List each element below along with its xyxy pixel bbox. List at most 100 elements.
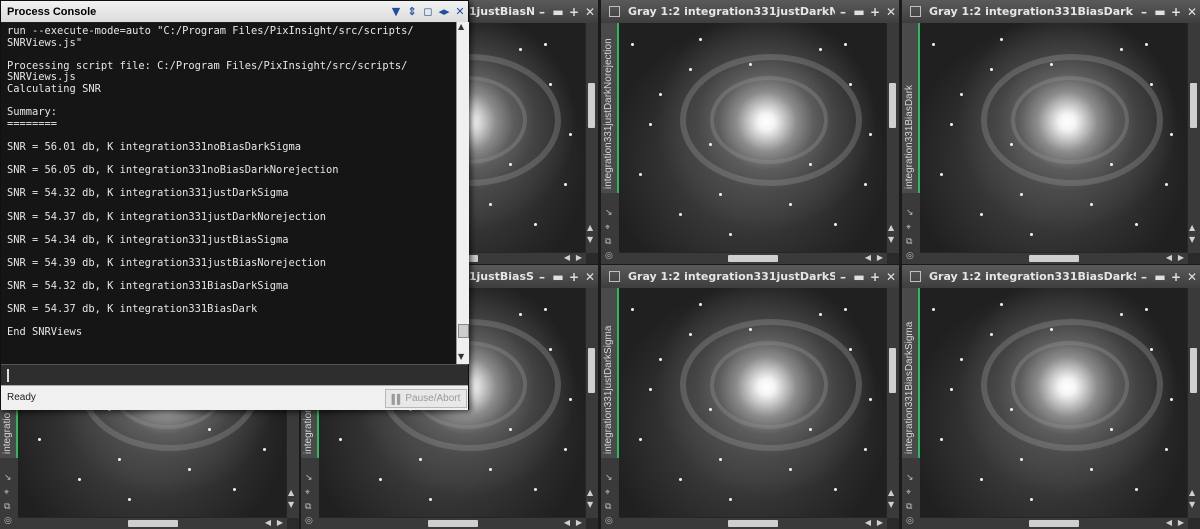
scroll-right-icon[interactable]: ▶ bbox=[1178, 518, 1184, 527]
view-identifier-tab[interactable]: integration331BiasDarkSigma bbox=[902, 288, 920, 458]
vertical-scroll-thumb[interactable] bbox=[889, 348, 896, 393]
target-icon[interactable]: ◎ bbox=[605, 251, 613, 261]
maximize-icon[interactable]: + bbox=[867, 270, 883, 284]
pause-abort-button[interactable]: ▌▌ Pause/Abort bbox=[385, 389, 467, 408]
window-titlebar[interactable]: Gray 1:2 integration331BiasDarkSig... – … bbox=[902, 265, 1200, 289]
console-scrollbar[interactable]: ▲ ▼ bbox=[456, 22, 469, 364]
scroll-down-icon[interactable]: ▼ bbox=[1189, 235, 1195, 244]
target-icon[interactable]: ◎ bbox=[305, 516, 313, 526]
close-icon[interactable]: ✕ bbox=[1184, 270, 1200, 284]
scroll-left-icon[interactable]: ◀ bbox=[564, 518, 570, 527]
close-icon[interactable]: ✕ bbox=[582, 270, 598, 284]
zoom-fit-icon[interactable]: ↘ bbox=[605, 473, 613, 483]
target-icon[interactable]: ◎ bbox=[906, 251, 914, 261]
crosshair-icon[interactable]: ⌖ bbox=[4, 488, 9, 498]
scroll-left-icon[interactable]: ◀ bbox=[265, 518, 271, 527]
minimize-icon[interactable]: – bbox=[1136, 270, 1152, 284]
scroll-right-icon[interactable]: ▶ bbox=[576, 253, 582, 262]
console-float-icon[interactable]: ◻ bbox=[420, 5, 436, 18]
clone-icon[interactable]: ⧉ bbox=[305, 502, 311, 512]
close-icon[interactable]: ✕ bbox=[883, 5, 899, 19]
vertical-scrollbar[interactable]: ▲ ▼ bbox=[886, 288, 899, 518]
console-close-icon[interactable]: ✕ bbox=[452, 5, 468, 18]
scroll-up-icon[interactable]: ▲ bbox=[587, 488, 593, 497]
galaxy-image[interactable] bbox=[920, 288, 1188, 518]
scroll-down-icon[interactable]: ▼ bbox=[458, 352, 464, 361]
horizontal-scroll-thumb[interactable] bbox=[127, 520, 178, 527]
vertical-scrollbar[interactable]: ▲ ▼ bbox=[585, 288, 598, 518]
console-resize-icon[interactable]: ⇕ bbox=[404, 5, 420, 18]
clone-icon[interactable]: ⧉ bbox=[4, 502, 10, 512]
zoom-fit-icon[interactable]: ↘ bbox=[305, 473, 313, 483]
image-window[interactable]: Gray 1:2 integration331justDarkSigma – ▬… bbox=[601, 265, 899, 529]
crosshair-icon[interactable]: ⌖ bbox=[605, 223, 610, 233]
shade-icon[interactable]: ▬ bbox=[550, 270, 566, 284]
scroll-up-icon[interactable]: ▲ bbox=[288, 488, 294, 497]
scroll-right-icon[interactable]: ▶ bbox=[877, 253, 883, 262]
target-icon[interactable]: ◎ bbox=[605, 516, 613, 526]
galaxy-image[interactable] bbox=[619, 288, 887, 518]
shade-icon[interactable]: ▬ bbox=[851, 5, 867, 19]
clone-icon[interactable]: ⧉ bbox=[906, 237, 912, 247]
scroll-down-icon[interactable]: ▼ bbox=[587, 235, 593, 244]
scroll-up-icon[interactable]: ▲ bbox=[1189, 223, 1195, 232]
horizontal-scrollbar[interactable]: ◀ ▶ bbox=[18, 517, 287, 529]
image-window[interactable]: Gray 1:2 integration331BiasDark | ... – … bbox=[902, 0, 1200, 264]
vertical-scrollbar[interactable]: ▲ ▼ bbox=[585, 23, 598, 253]
shade-icon[interactable]: ▬ bbox=[1152, 5, 1168, 19]
horizontal-scroll-thumb[interactable] bbox=[427, 520, 478, 527]
scroll-right-icon[interactable]: ▶ bbox=[277, 518, 283, 527]
scroll-right-icon[interactable]: ▶ bbox=[576, 518, 582, 527]
scroll-up-icon[interactable]: ▲ bbox=[1189, 488, 1195, 497]
horizontal-scrollbar[interactable]: ◀ ▶ bbox=[920, 252, 1188, 264]
target-icon[interactable]: ◎ bbox=[4, 516, 12, 526]
crosshair-icon[interactable]: ⌖ bbox=[605, 488, 610, 498]
horizontal-scroll-thumb[interactable] bbox=[1029, 520, 1079, 527]
target-icon[interactable]: ◎ bbox=[906, 516, 914, 526]
close-icon[interactable]: ✕ bbox=[1184, 5, 1200, 19]
scroll-right-icon[interactable]: ▶ bbox=[1178, 253, 1184, 262]
clone-icon[interactable]: ⧉ bbox=[605, 502, 611, 512]
console-output[interactable]: run --execute-mode=auto "C:/Program File… bbox=[1, 22, 456, 364]
scroll-up-icon[interactable]: ▲ bbox=[888, 223, 894, 232]
vertical-scroll-thumb[interactable] bbox=[1190, 348, 1197, 393]
zoom-fit-icon[interactable]: ↘ bbox=[906, 208, 914, 218]
console-menu-icon[interactable]: ▼ bbox=[388, 5, 404, 18]
shade-icon[interactable]: ▬ bbox=[550, 5, 566, 19]
view-identifier-tab[interactable]: integration331justDarkNorejection bbox=[601, 23, 619, 193]
galaxy-image[interactable] bbox=[619, 23, 887, 253]
maximize-icon[interactable]: + bbox=[1168, 270, 1184, 284]
shade-icon[interactable]: ▬ bbox=[1152, 270, 1168, 284]
scroll-down-icon[interactable]: ▼ bbox=[587, 500, 593, 509]
console-titlebar[interactable]: Process Console ▼ ⇕ ◻ ◂▸ ✕ bbox=[1, 1, 468, 23]
window-titlebar[interactable]: Gray 1:2 integration331BiasDark | ... – … bbox=[902, 0, 1200, 24]
zoom-fit-icon[interactable]: ↘ bbox=[906, 473, 914, 483]
image-window[interactable]: Gray 1:2 integration331justDarkNor... – … bbox=[601, 0, 899, 264]
horizontal-scrollbar[interactable]: ◀ ▶ bbox=[319, 517, 586, 529]
zoom-fit-icon[interactable]: ↘ bbox=[605, 208, 613, 218]
galaxy-image[interactable] bbox=[920, 23, 1188, 253]
zoom-fit-icon[interactable]: ↘ bbox=[4, 473, 12, 483]
minimize-icon[interactable]: – bbox=[534, 270, 550, 284]
scroll-right-icon[interactable]: ▶ bbox=[877, 518, 883, 527]
minimize-icon[interactable]: – bbox=[835, 270, 851, 284]
horizontal-scrollbar[interactable]: ◀ ▶ bbox=[619, 517, 887, 529]
maximize-icon[interactable]: + bbox=[566, 270, 582, 284]
window-titlebar[interactable]: Gray 1:2 integration331justDarkNor... – … bbox=[601, 0, 899, 24]
vertical-scrollbar[interactable]: ▲ ▼ bbox=[1187, 23, 1200, 253]
horizontal-scrollbar[interactable]: ◀ ▶ bbox=[920, 517, 1188, 529]
crosshair-icon[interactable]: ⌖ bbox=[305, 488, 310, 498]
vertical-scroll-thumb[interactable] bbox=[1190, 83, 1197, 128]
clone-icon[interactable]: ⧉ bbox=[605, 237, 611, 247]
vertical-scrollbar[interactable]: ▲ ▼ bbox=[1187, 288, 1200, 518]
scroll-up-icon[interactable]: ▲ bbox=[458, 22, 464, 31]
crosshair-icon[interactable]: ⌖ bbox=[906, 488, 911, 498]
scroll-left-icon[interactable]: ◀ bbox=[865, 518, 871, 527]
crosshair-icon[interactable]: ⌖ bbox=[906, 223, 911, 233]
scroll-left-icon[interactable]: ◀ bbox=[1166, 253, 1172, 262]
minimize-icon[interactable]: – bbox=[835, 5, 851, 19]
minimize-icon[interactable]: – bbox=[1136, 5, 1152, 19]
maximize-icon[interactable]: + bbox=[566, 5, 582, 19]
scroll-down-icon[interactable]: ▼ bbox=[888, 235, 894, 244]
vertical-scroll-thumb[interactable] bbox=[588, 348, 595, 393]
